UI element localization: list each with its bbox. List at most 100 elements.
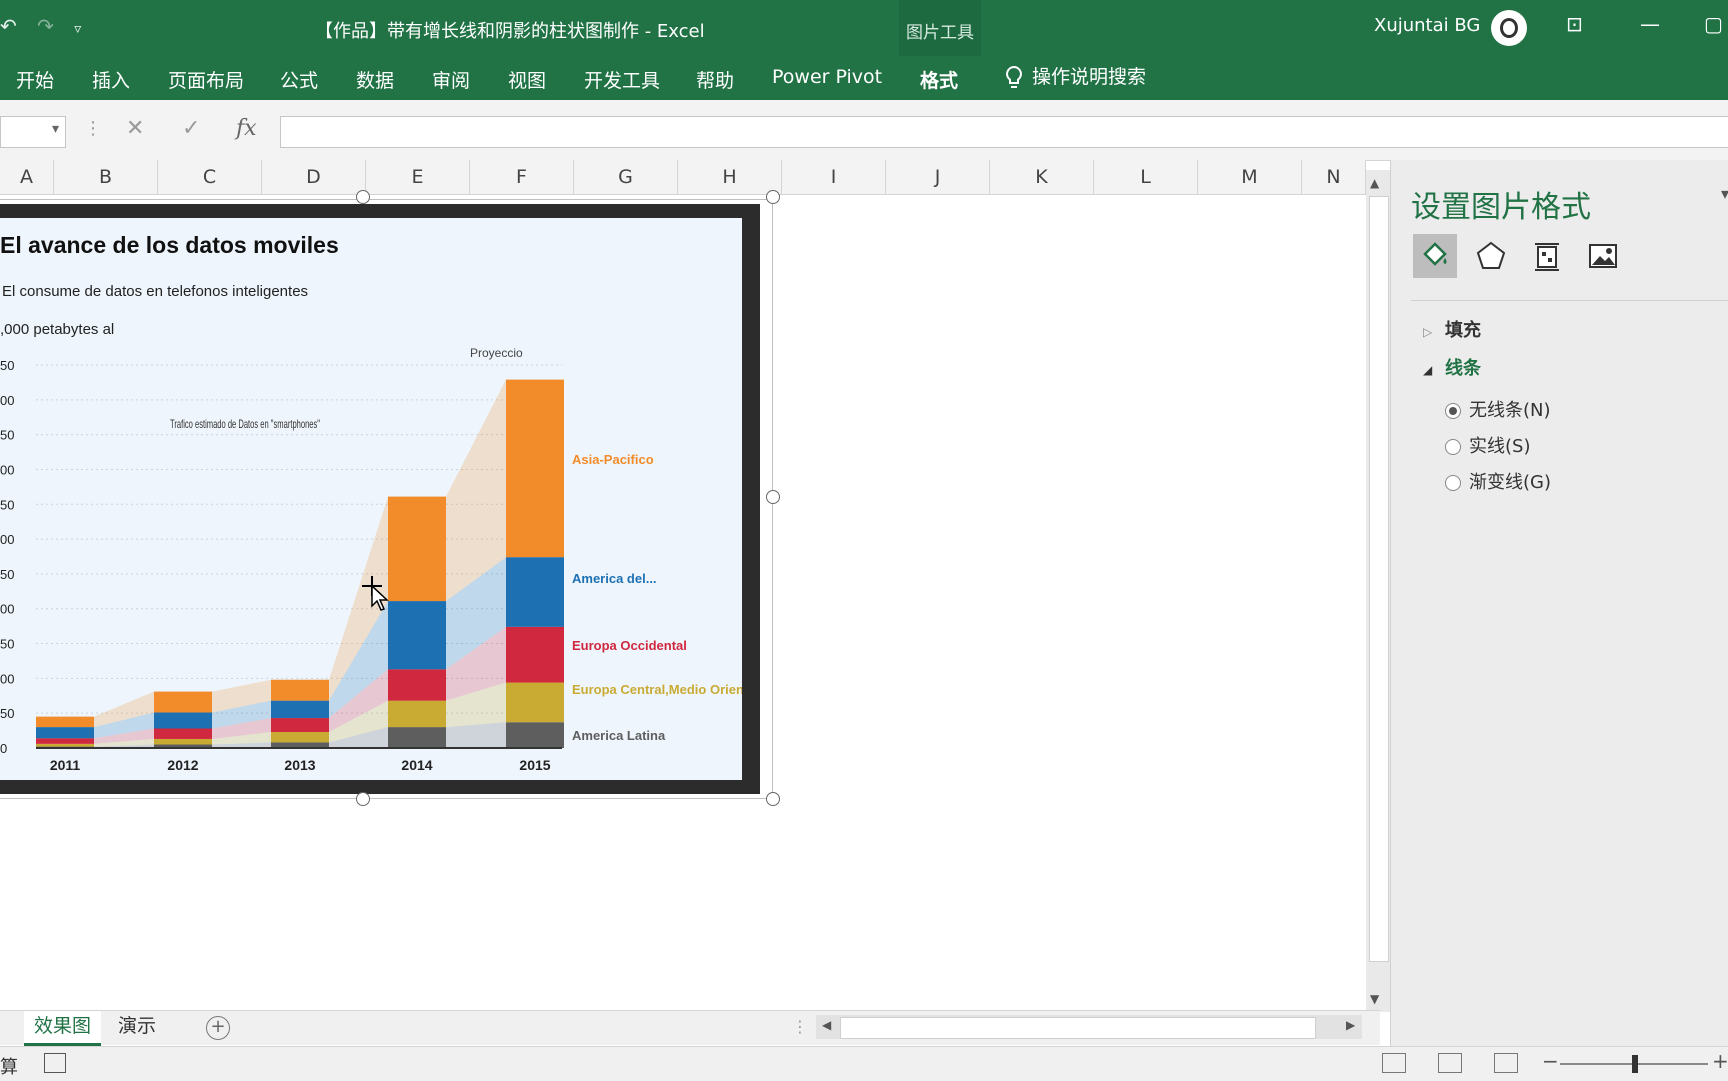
column-header-h[interactable]: H	[678, 160, 782, 194]
tell-me-search[interactable]: 操作说明搜索	[1004, 62, 1146, 91]
series-label: America Latina	[572, 728, 666, 743]
radio-button[interactable]	[1445, 439, 1461, 455]
column-header-k[interactable]: K	[990, 160, 1094, 194]
user-name[interactable]: Xujuntai BG	[1374, 15, 1480, 36]
column-header-m[interactable]: M	[1198, 160, 1302, 194]
fill-line-icon[interactable]	[1413, 234, 1457, 278]
tab-power-pivot[interactable]: Power Pivot	[772, 66, 882, 88]
bar-segment	[36, 716, 94, 728]
column-header-e[interactable]: E	[366, 160, 470, 194]
column-header-f[interactable]: F	[470, 160, 574, 194]
y-tick-label: 50	[0, 497, 14, 512]
chevron-down-icon: ◢	[1423, 363, 1433, 377]
tab-help[interactable]: 帮助	[696, 66, 734, 93]
scroll-left-icon[interactable]: ◀	[822, 1018, 831, 1032]
name-box[interactable]: ▾	[0, 116, 66, 148]
bar-segment	[506, 557, 564, 627]
vertical-scrollbar[interactable]: ▲ ▼	[1366, 170, 1390, 1012]
vertical-scroll-thumb[interactable]	[1369, 196, 1389, 962]
maximize-icon[interactable]: ▢	[1704, 12, 1723, 36]
picture-icon[interactable]	[1581, 234, 1625, 278]
y-tick-label: 00	[0, 671, 14, 686]
zoom-slider-thumb[interactable]	[1632, 1055, 1638, 1073]
column-header-i[interactable]: I	[782, 160, 886, 194]
tab-view[interactable]: 视图	[508, 66, 546, 93]
cancel-entry-icon[interactable]: ✕	[126, 116, 144, 141]
chart-picture[interactable]: 0 50 00 50 00 50 00 50 00 50 00 50 2011 2012 2013 2014…	[0, 218, 742, 780]
sheet-tab-demo[interactable]: 演示	[108, 1011, 166, 1043]
tab-data[interactable]: 数据	[356, 66, 394, 93]
page-layout-view-icon[interactable]	[1438, 1053, 1462, 1073]
formula-input[interactable]	[280, 116, 1728, 148]
tab-formulas[interactable]: 公式	[280, 66, 318, 93]
resize-handle-right[interactable]	[766, 490, 780, 504]
y-tick-label: 50	[0, 358, 14, 373]
pane-options-chevron-icon[interactable]: ▾	[1721, 184, 1728, 203]
horizontal-scrollbar[interactable]: ◀ ▶	[816, 1015, 1362, 1039]
radio-button[interactable]	[1445, 475, 1461, 491]
radio-no-line[interactable]: 无线条(N)	[1445, 396, 1551, 422]
chart-unit-label: ,000 petabytes al	[0, 321, 114, 338]
move-cursor-icon	[362, 576, 389, 611]
pane-title: 设置图片格式	[1411, 190, 1591, 225]
chevron-down-icon[interactable]: ▾	[52, 121, 59, 137]
radio-gradient-line[interactable]: 渐变线(G)	[1445, 468, 1551, 494]
zoom-out-icon[interactable]: −	[1542, 1049, 1559, 1073]
bar-segment	[271, 700, 329, 719]
size-properties-icon[interactable]	[1525, 234, 1569, 278]
tab-insert[interactable]: 插入	[92, 66, 130, 93]
customize-qat-icon[interactable]: ▿	[74, 21, 81, 37]
chevron-right-icon: ▷	[1423, 325, 1433, 339]
resize-handle-top[interactable]	[356, 190, 370, 204]
series-label: Asia-Pacifico	[572, 452, 654, 467]
window-title: 【作品】带有增长线和阴影的柱状图制作 - Excel	[315, 21, 705, 42]
redo-icon[interactable]: ↷	[37, 14, 54, 38]
tab-home[interactable]: 开始	[16, 66, 54, 93]
bar-segment	[388, 727, 446, 748]
horizontal-scroll-thumb[interactable]	[840, 1017, 1316, 1039]
column-header-a[interactable]: A	[0, 160, 54, 194]
scroll-up-icon[interactable]: ▲	[1370, 176, 1379, 190]
fill-section-header[interactable]: ▷ 填充	[1423, 316, 1481, 342]
bar-segment	[154, 712, 212, 729]
add-sheet-icon[interactable]: +	[206, 1016, 230, 1040]
column-header-j[interactable]: J	[886, 160, 990, 194]
y-tick-label: 50	[0, 706, 14, 721]
column-header-c[interactable]: C	[158, 160, 262, 194]
radio-no-line-label: 无线条(N)	[1469, 400, 1551, 421]
resize-handle-bottom[interactable]	[356, 792, 370, 806]
scroll-down-icon[interactable]: ▼	[1370, 992, 1379, 1006]
tab-split-grip-icon[interactable]: ⋮	[792, 1017, 808, 1036]
ribbon-display-options-icon[interactable]: ⊡	[1566, 12, 1583, 36]
column-header-b[interactable]: B	[54, 160, 158, 194]
tab-format[interactable]: 格式	[920, 66, 958, 93]
resize-handle-bottom-right[interactable]	[766, 792, 780, 806]
resize-handle-top-right[interactable]	[766, 190, 780, 204]
formula-bar-grip-icon: ⋮	[84, 118, 102, 139]
normal-view-icon[interactable]	[1382, 1053, 1406, 1073]
y-tick-label: 50	[0, 428, 14, 443]
column-header-l[interactable]: L	[1094, 160, 1198, 194]
column-header-d[interactable]: D	[262, 160, 366, 194]
page-break-view-icon[interactable]	[1494, 1053, 1518, 1073]
undo-icon[interactable]: ↶	[0, 14, 17, 38]
radio-button-selected[interactable]	[1445, 403, 1461, 419]
tab-page-layout[interactable]: 页面布局	[168, 66, 244, 93]
tab-review[interactable]: 审阅	[432, 66, 470, 93]
scroll-right-icon[interactable]: ▶	[1346, 1018, 1355, 1032]
column-header-n[interactable]: N	[1302, 160, 1366, 194]
sheet-tab-effect[interactable]: 效果图	[24, 1011, 102, 1046]
effects-icon[interactable]	[1469, 234, 1513, 278]
confirm-entry-icon[interactable]: ✓	[182, 116, 200, 141]
macro-record-icon[interactable]	[44, 1053, 66, 1073]
fill-section-label: 填充	[1445, 320, 1481, 341]
insert-function-icon[interactable]: fx	[236, 116, 257, 141]
format-picture-pane: 设置图片格式 ▾ ▷ 填充 ◢ 线条 无线条(N) 实线(S) 渐变线(G)	[1390, 160, 1728, 1046]
column-header-g[interactable]: G	[574, 160, 678, 194]
zoom-in-icon[interactable]: +	[1712, 1049, 1728, 1073]
radio-solid-line[interactable]: 实线(S)	[1445, 432, 1530, 458]
line-section-header[interactable]: ◢ 线条	[1423, 354, 1481, 380]
tab-developer[interactable]: 开发工具	[584, 66, 660, 93]
minimize-icon[interactable]: —	[1640, 12, 1660, 36]
avatar[interactable]	[1491, 10, 1527, 46]
